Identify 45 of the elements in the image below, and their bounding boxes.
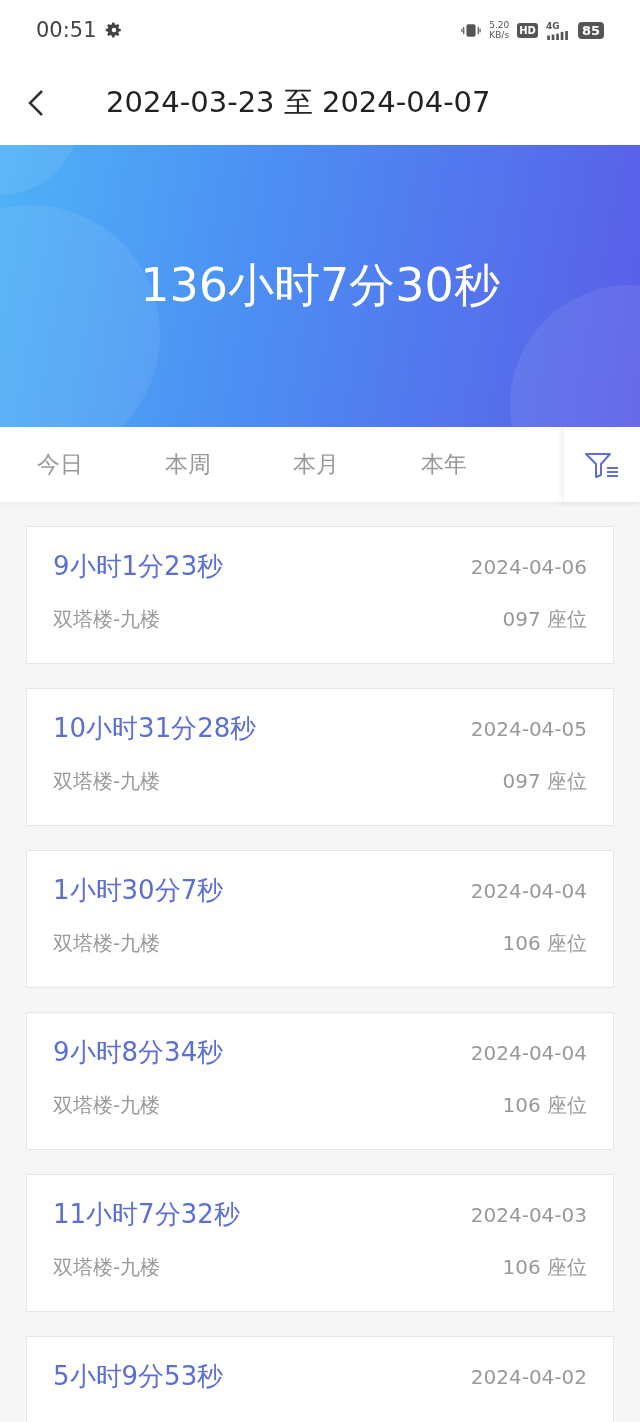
record-date: 2024-04-05 bbox=[470, 716, 587, 741]
speed-unit: KB/s bbox=[489, 30, 510, 40]
record-location: 双塔楼-九楼 bbox=[53, 930, 161, 957]
signal-icon bbox=[545, 30, 570, 40]
vibrate-icon bbox=[461, 22, 482, 38]
record-location: 双塔楼-九楼 bbox=[53, 768, 161, 795]
period-tab[interactable]: 本周 bbox=[141, 449, 269, 480]
date-range-title: 2024-03-23 至 2024-04-07 bbox=[106, 83, 491, 121]
record-duration: 1小时30分7秒 bbox=[53, 874, 224, 907]
record-card[interactable]: 9小时8分34秒 2024-04-04 双塔楼-九楼 106 座位 bbox=[26, 1012, 614, 1150]
record-card[interactable]: 9小时1分23秒 2024-04-06 双塔楼-九楼 097 座位 bbox=[26, 526, 614, 664]
battery-level: 85 bbox=[577, 21, 604, 39]
record-date: 2024-04-03 bbox=[470, 1202, 587, 1227]
record-card[interactable]: 11小时7分32秒 2024-04-03 双塔楼-九楼 106 座位 bbox=[26, 1174, 614, 1312]
record-location: 双塔楼-九楼 bbox=[53, 1092, 161, 1119]
hd-badge: HD bbox=[517, 22, 538, 38]
record-duration: 10小时31分28秒 bbox=[53, 712, 257, 745]
record-card[interactable]: 1小时30分7秒 2024-04-04 双塔楼-九楼 106 座位 bbox=[26, 850, 614, 988]
period-tab[interactable]: 本年 bbox=[397, 449, 525, 480]
record-duration: 9小时8分34秒 bbox=[53, 1036, 224, 1069]
record-duration: 9小时1分23秒 bbox=[53, 550, 224, 583]
record-duration: 5小时9分53秒 bbox=[53, 1360, 224, 1393]
record-date: 2024-04-06 bbox=[470, 554, 587, 579]
period-tab[interactable]: 今日 bbox=[13, 449, 141, 480]
settings-icon bbox=[104, 21, 123, 39]
record-card[interactable]: 10小时31分28秒 2024-04-05 双塔楼-九楼 097 座位 bbox=[26, 688, 614, 826]
record-date: 2024-04-02 bbox=[470, 1364, 587, 1389]
total-duration: 136小时7分30秒 bbox=[140, 257, 500, 314]
record-seat: 106 座位 bbox=[502, 930, 587, 957]
record-seat: 097 座位 bbox=[502, 606, 587, 633]
period-tab[interactable]: 本月 bbox=[269, 449, 397, 480]
record-seat: 097 座位 bbox=[502, 768, 587, 795]
record-seat: 106 座位 bbox=[502, 1092, 587, 1119]
record-location: 双塔楼-九楼 bbox=[53, 606, 161, 633]
network-type: 4G bbox=[545, 20, 560, 31]
filter-icon bbox=[584, 450, 620, 479]
record-seat: 106 座位 bbox=[502, 1254, 587, 1281]
record-date: 2024-04-04 bbox=[470, 878, 587, 903]
status-time: 00:51 bbox=[36, 18, 97, 42]
record-card[interactable]: 5小时9分53秒 2024-04-02 bbox=[26, 1336, 614, 1422]
back-icon[interactable] bbox=[28, 88, 44, 117]
record-location: 双塔楼-九楼 bbox=[53, 1254, 161, 1281]
record-duration: 11小时7分32秒 bbox=[53, 1198, 240, 1231]
network-speed: 5.20 bbox=[489, 20, 510, 30]
record-date: 2024-04-04 bbox=[470, 1040, 587, 1065]
